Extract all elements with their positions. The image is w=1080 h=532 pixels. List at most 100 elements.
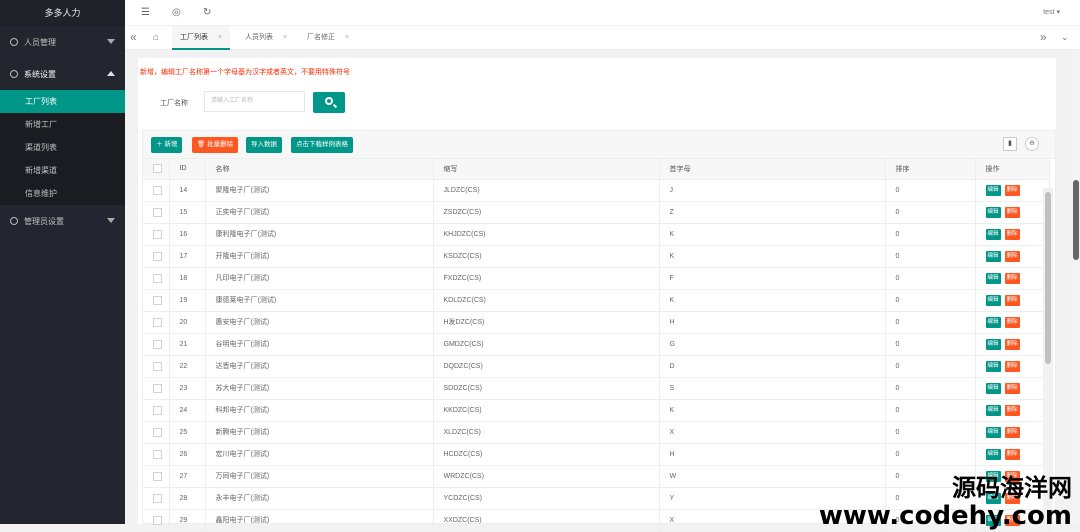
checkbox[interactable] xyxy=(153,471,162,481)
checkbox[interactable] xyxy=(153,493,162,503)
checkbox[interactable] xyxy=(153,185,162,195)
column-header-sort[interactable]: 排序 xyxy=(885,159,976,180)
table-row[interactable]: 25 新腾电子厂(测试) XLDZC(CS) X 0 编辑 删除 xyxy=(143,421,1050,444)
edit-button[interactable]: 编辑 xyxy=(985,360,1001,372)
checkbox[interactable] xyxy=(153,361,162,371)
import-button[interactable]: 导入数据 xyxy=(246,137,282,153)
theme-icon[interactable]: ◎ xyxy=(172,7,181,18)
edit-button[interactable]: 编辑 xyxy=(985,250,1001,262)
delete-button[interactable]: 删除 xyxy=(1004,272,1020,284)
delete-button[interactable]: 删除 xyxy=(1004,338,1020,350)
sidebar-item-channel-list[interactable]: 渠道列表 xyxy=(0,136,125,159)
checkbox[interactable] xyxy=(153,251,162,261)
checkbox[interactable] xyxy=(153,273,162,283)
tab-factory-list[interactable]: 工厂列表 × xyxy=(172,26,231,50)
delete-button[interactable]: 删除 xyxy=(1004,404,1020,416)
checkbox[interactable] xyxy=(153,515,162,525)
refresh-icon[interactable]: ↻ xyxy=(203,7,211,18)
checkbox[interactable] xyxy=(153,207,162,217)
close-icon[interactable]: × xyxy=(218,34,222,41)
tab-personnel-list[interactable]: 人员列表 × xyxy=(237,26,295,50)
column-header-initial[interactable]: 首字母 xyxy=(659,159,886,180)
home-tab-icon[interactable]: ⌂ xyxy=(153,32,159,43)
edit-button[interactable]: 编辑 xyxy=(985,382,1001,394)
close-icon[interactable]: × xyxy=(345,34,349,41)
columns-icon[interactable]: ▮ xyxy=(1003,137,1017,151)
delete-button[interactable]: 删除 xyxy=(1004,206,1020,218)
table-row[interactable]: 18 凡印电子厂(测试) FXDZC(CS) F 0 编辑 删除 xyxy=(143,267,1050,290)
add-button[interactable]: ＋ 新增 xyxy=(151,137,183,153)
tab-factory-name-fix[interactable]: 厂名修正 × xyxy=(299,26,357,50)
checkbox[interactable] xyxy=(153,339,162,349)
table-row[interactable]: 21 谷明电子厂(测试) GMDZC(CS) G 0 编辑 删除 xyxy=(143,333,1050,356)
table-row[interactable]: 23 苏大电子厂(测试) SDDZC(CS) S 0 编辑 删除 xyxy=(143,377,1050,400)
search-icon xyxy=(325,97,333,105)
nav-group-admin-settings[interactable]: 管理员设置 xyxy=(0,205,125,237)
edit-button[interactable]: 编辑 xyxy=(985,184,1001,196)
tabs-prev-icon[interactable]: « xyxy=(130,30,137,44)
edit-button[interactable]: 编辑 xyxy=(985,294,1001,306)
chevron-down-icon[interactable]: ⌄ xyxy=(1061,32,1069,43)
edit-button[interactable]: 编辑 xyxy=(985,426,1001,438)
sidebar-item-add-channel[interactable]: 新增渠道 xyxy=(0,159,125,182)
column-header-name[interactable]: 名称 xyxy=(205,159,434,180)
checkbox[interactable] xyxy=(153,229,162,239)
select-all[interactable] xyxy=(143,159,170,180)
delete-button[interactable]: 删除 xyxy=(1004,184,1020,196)
nav-group-personnel[interactable]: 人员管理 xyxy=(0,26,125,58)
batch-delete-button[interactable]: 🗑 批量删除 xyxy=(192,137,239,153)
checkbox[interactable] xyxy=(153,164,162,174)
table-row[interactable]: 14 聚隆电子厂(测试) JLDZC(CS) J 0 编辑 删除 xyxy=(143,179,1050,202)
table-row[interactable]: 19 康德莱电子厂(测试) KDLDZC(CS) K 0 编辑 删除 xyxy=(143,289,1050,312)
close-icon[interactable]: × xyxy=(283,34,287,41)
search-input[interactable]: 请输入工厂名称 xyxy=(204,91,305,112)
delete-button[interactable]: 删除 xyxy=(1004,382,1020,394)
edit-button[interactable]: 编辑 xyxy=(985,448,1001,460)
search-button[interactable] xyxy=(313,92,345,113)
delete-button[interactable]: 删除 xyxy=(1004,316,1020,328)
checkbox[interactable] xyxy=(153,449,162,459)
delete-button[interactable]: 删除 xyxy=(1004,448,1020,460)
scrollbar-thumb[interactable] xyxy=(1045,192,1051,364)
sidebar-item-factory-list[interactable]: 工厂列表 xyxy=(0,90,125,113)
cell-name: 康德莱电子厂(测试) xyxy=(205,289,434,312)
nav-group-system-settings[interactable]: 系统设置 xyxy=(0,58,125,90)
delete-button[interactable]: 删除 xyxy=(1004,228,1020,240)
table-row[interactable]: 15 正奕电子厂(测试) ZSDZC(CS) Z 0 编辑 删除 xyxy=(143,201,1050,224)
tab-label: 人员列表 xyxy=(245,34,273,41)
checkbox[interactable] xyxy=(153,383,162,393)
tabs-next-icon[interactable]: » xyxy=(1040,30,1047,44)
tab-label: 厂名修正 xyxy=(307,34,335,41)
edit-button[interactable]: 编辑 xyxy=(985,206,1001,218)
edit-button[interactable]: 编辑 xyxy=(985,338,1001,350)
table-row[interactable]: 24 科邦电子厂(测试) KKDZC(CS) K 0 编辑 删除 xyxy=(143,399,1050,422)
edit-button[interactable]: 编辑 xyxy=(985,228,1001,240)
checkbox[interactable] xyxy=(153,405,162,415)
gear-icon xyxy=(10,217,18,225)
sidebar-item-add-factory[interactable]: 新增工厂 xyxy=(0,113,125,136)
delete-button[interactable]: 删除 xyxy=(1004,294,1020,306)
delete-button[interactable]: 删除 xyxy=(1004,360,1020,372)
column-header-id[interactable]: ID xyxy=(169,159,206,180)
table-row[interactable]: 20 惠安电子厂(测试) H发DZC(CS) H 0 编辑 删除 xyxy=(143,311,1050,334)
checkbox[interactable] xyxy=(153,295,162,305)
column-header-abbr[interactable]: 缩写 xyxy=(433,159,660,180)
edit-button[interactable]: 编辑 xyxy=(985,404,1001,416)
download-template-button[interactable]: 点击下载样例表格 xyxy=(291,137,353,153)
page-scrollbar[interactable] xyxy=(1072,50,1080,524)
export-icon[interactable]: ⊖ xyxy=(1025,137,1039,151)
checkbox[interactable] xyxy=(153,427,162,437)
table-row[interactable]: 17 开隆电子厂(测试) KSDZC(CS) K 0 编辑 删除 xyxy=(143,245,1050,268)
delete-button[interactable]: 删除 xyxy=(1004,250,1020,262)
edit-button[interactable]: 编辑 xyxy=(985,316,1001,328)
menu-toggle-icon[interactable]: ☰ xyxy=(141,7,150,18)
user-menu[interactable]: test ▾ xyxy=(1043,8,1060,16)
sidebar-item-info-maintenance[interactable]: 信息维护 xyxy=(0,182,125,205)
scrollbar-thumb[interactable] xyxy=(1073,180,1079,260)
table-row[interactable]: 26 宏川电子厂(测试) HCDZC(CS) H 0 编辑 删除 xyxy=(143,443,1050,466)
edit-button[interactable]: 编辑 xyxy=(985,272,1001,284)
checkbox[interactable] xyxy=(153,317,162,327)
delete-button[interactable]: 删除 xyxy=(1004,426,1020,438)
table-row[interactable]: 16 康利隆电子厂(测试) KHJDZC(CS) K 0 编辑 删除 xyxy=(143,223,1050,246)
table-row[interactable]: 22 达晋电子厂(测试) DQDZC(CS) D 0 编辑 删除 xyxy=(143,355,1050,378)
